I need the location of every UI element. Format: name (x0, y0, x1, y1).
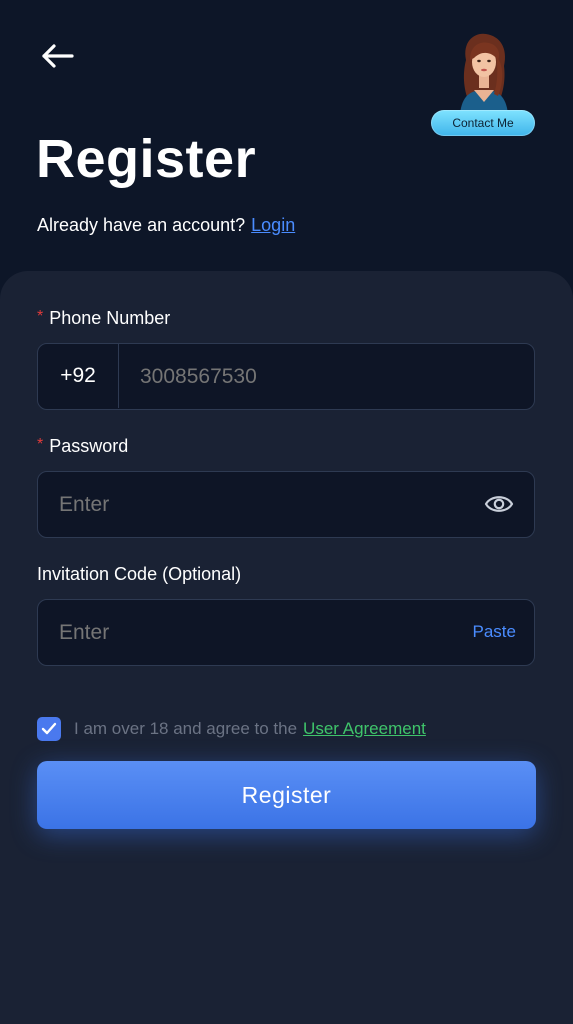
page-title: Register (36, 129, 257, 189)
password-input[interactable] (57, 472, 481, 538)
phone-label: * Phone Number (37, 308, 170, 329)
phone-input[interactable] (138, 344, 522, 410)
user-agreement-link[interactable]: User Agreement (303, 719, 426, 739)
password-field (37, 471, 535, 538)
contact-widget[interactable]: Contact Me (430, 30, 538, 140)
invitation-field: Paste (37, 599, 535, 666)
paste-button[interactable]: Paste (473, 600, 516, 664)
invitation-code-input[interactable] (57, 600, 451, 666)
required-mark: * (37, 308, 44, 325)
arrow-left-icon (42, 44, 74, 68)
agreement-row: I am over 18 and agree to the User Agree… (37, 717, 426, 741)
agreement-text: I am over 18 and agree to the (74, 719, 298, 738)
checkmark-icon (41, 722, 57, 735)
contact-me-button[interactable]: Contact Me (431, 110, 535, 136)
login-link[interactable]: Login (251, 215, 295, 235)
login-prompt: Already have an account? Login (37, 215, 295, 236)
password-label-text: Password (49, 436, 129, 456)
back-button[interactable] (36, 38, 80, 74)
required-mark: * (37, 436, 44, 453)
register-screen: Contact Me Register Already have an acco… (0, 0, 573, 1024)
invitation-label: Invitation Code (Optional) (37, 564, 242, 584)
support-agent-avatar (460, 33, 508, 114)
phone-label-text: Phone Number (49, 308, 171, 328)
phone-field: +92 (37, 343, 535, 410)
login-prompt-text: Already have an account? (37, 215, 246, 235)
eye-icon (484, 496, 514, 512)
country-code-selector[interactable]: +92 (38, 344, 119, 408)
agreement-checkbox[interactable] (37, 717, 61, 741)
password-label: * Password (37, 436, 128, 457)
toggle-password-button[interactable] (484, 490, 514, 518)
register-button[interactable]: Register (37, 761, 536, 829)
register-form-card: * Phone Number +92 * Password Invitation C… (0, 271, 573, 1024)
